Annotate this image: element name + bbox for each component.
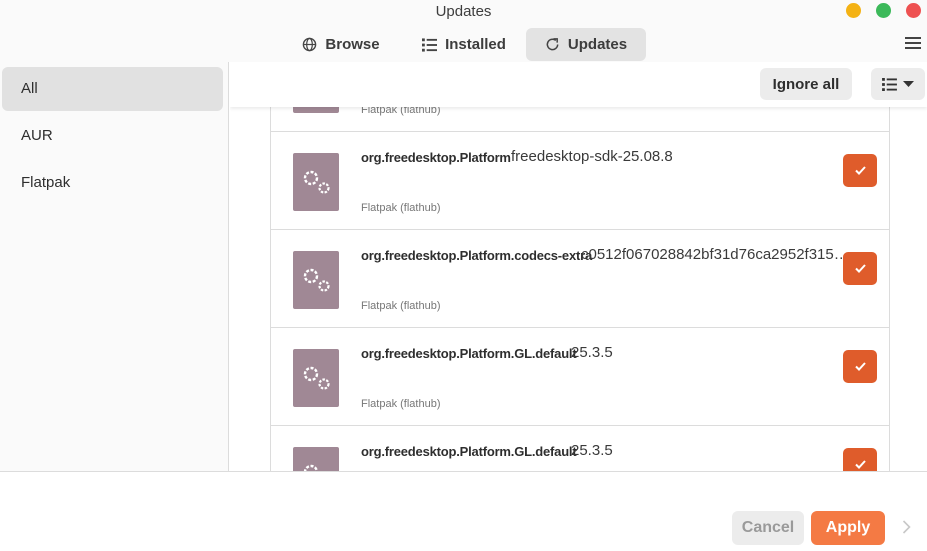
tab-label: Browse: [325, 36, 380, 53]
minimize-button[interactable]: [846, 3, 861, 18]
package-name: org.freedesktop.Platform.codecs-extra: [361, 248, 593, 263]
maximize-button[interactable]: [876, 3, 891, 18]
gears-icon: [303, 268, 330, 292]
gears-icon: [303, 464, 319, 471]
tab-label: Updates: [567, 36, 628, 53]
checkmark-icon: [854, 362, 866, 371]
sidebar: All AUR Flatpak: [0, 62, 229, 471]
package-name: org.freedesktop.Platform.GL.default: [361, 444, 577, 459]
close-button[interactable]: [906, 3, 921, 18]
package-version: 25.3.5: [571, 344, 613, 361]
gears-icon: [303, 366, 330, 390]
list-item[interactable]: org.freedesktop.Platform freedesktop-sdk…: [271, 132, 890, 230]
package-name: org.freedesktop.Platform.GL.default: [361, 346, 577, 361]
sidebar-item-all[interactable]: All: [2, 67, 223, 111]
window-title: Updates: [435, 3, 492, 20]
checkmark-icon: [854, 166, 866, 175]
hamburger-menu-icon[interactable]: [905, 37, 921, 51]
ignore-all-button[interactable]: Ignore all: [760, 68, 852, 100]
update-list[interactable]: Flatpak (flathub) org.freedesktop.Platfo…: [270, 62, 890, 471]
package-icon: [293, 447, 339, 471]
package-repo: Flatpak (flathub): [361, 300, 441, 312]
apply-button[interactable]: Apply: [811, 511, 885, 545]
package-version: freedesktop-sdk-25.08.8: [511, 148, 673, 165]
sidebar-item-aur[interactable]: AUR: [2, 114, 223, 158]
refresh-icon: [546, 38, 559, 51]
checkmark-icon: [854, 460, 866, 469]
footer: Cancel Apply: [0, 471, 927, 551]
title-bar: Updates: [0, 0, 927, 24]
tab-updates[interactable]: Updates: [526, 28, 646, 61]
tab-label: Installed: [445, 36, 506, 53]
view-mode-button[interactable]: [871, 68, 925, 100]
tab-browse[interactable]: Browse: [296, 28, 386, 61]
tab-installed[interactable]: Installed: [414, 28, 514, 61]
list-toolbar: Ignore all: [230, 62, 927, 107]
package-name: org.freedesktop.Platform: [361, 150, 511, 165]
package-icon: [293, 251, 339, 309]
package-icon: [293, 349, 339, 407]
header-bar: Browse Installed Updates: [0, 24, 927, 62]
sidebar-item-flatpak[interactable]: Flatpak: [2, 161, 223, 205]
package-icon: [293, 153, 339, 211]
cancel-button[interactable]: Cancel: [732, 511, 804, 545]
chevron-down-icon: [903, 80, 914, 87]
update-checkbox[interactable]: [843, 154, 877, 187]
package-version: 25.3.5: [571, 442, 613, 459]
gears-icon: [303, 170, 330, 194]
chevron-right-icon[interactable]: [902, 520, 911, 534]
list-item[interactable]: org.freedesktop.Platform.GL.default 25.3…: [271, 328, 890, 426]
list-icon: [422, 37, 438, 52]
update-checkbox[interactable]: [843, 350, 877, 383]
globe-icon: [303, 37, 317, 52]
update-checkbox[interactable]: [843, 448, 877, 471]
list-item[interactable]: org.freedesktop.Platform.codecs-extra c0…: [271, 230, 890, 328]
checkmark-icon: [854, 264, 866, 273]
package-repo: Flatpak (flathub): [361, 398, 441, 410]
package-version: c0512f067028842bf31d76ca2952f315…: [581, 246, 849, 263]
update-checkbox[interactable]: [843, 252, 877, 285]
main-content: Flatpak (flathub) org.freedesktop.Platfo…: [230, 62, 927, 471]
package-repo: Flatpak (flathub): [361, 202, 441, 214]
list-item[interactable]: org.freedesktop.Platform.GL.default 25.3…: [271, 426, 890, 471]
list-view-icon: [882, 77, 897, 91]
